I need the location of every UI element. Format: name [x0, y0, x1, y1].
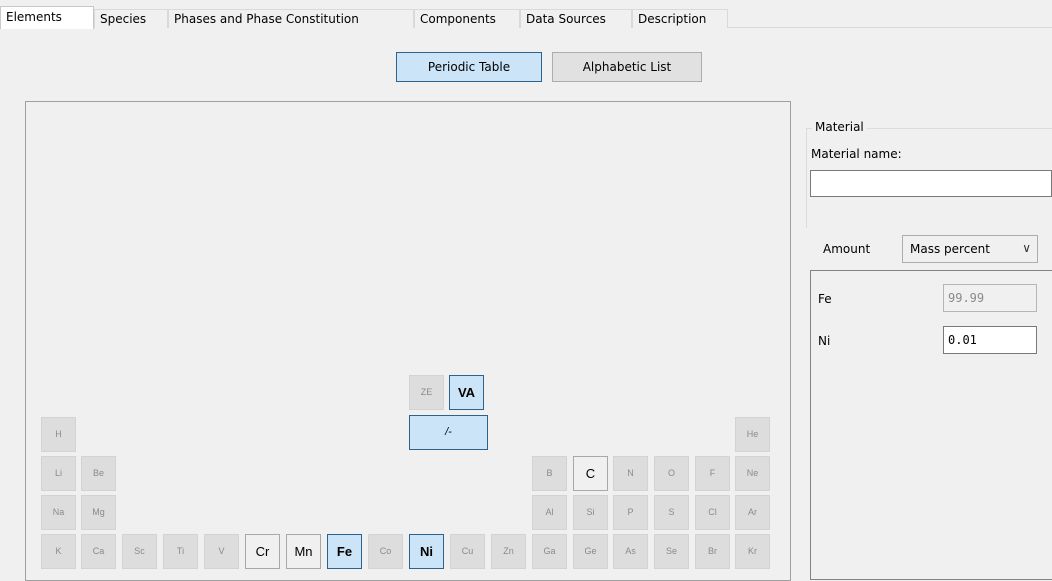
element-V[interactable]: V	[204, 534, 239, 569]
chevron-down-icon: ∨	[1022, 241, 1031, 255]
element-Ni[interactable]: Ni	[409, 534, 444, 569]
element-ZE[interactable]: ZE	[409, 375, 444, 410]
composition-value-field[interactable]: 0.01	[943, 326, 1037, 354]
element-Ge[interactable]: Ge	[573, 534, 608, 569]
element-O[interactable]: O	[654, 456, 689, 491]
composition-element-label: Fe	[818, 292, 832, 306]
element-S[interactable]: S	[654, 495, 689, 530]
amount-unit-value: Mass percent	[910, 242, 990, 256]
tab-bar: Elements Species Phases and Phase Consti…	[0, 0, 1052, 29]
element-Si[interactable]: Si	[573, 495, 608, 530]
element-He[interactable]: He	[735, 417, 770, 452]
alphabetic-list-button[interactable]: Alphabetic List	[552, 52, 702, 82]
composition-value-field: 99.99	[943, 284, 1037, 312]
element-Se[interactable]: Se	[654, 534, 689, 569]
periodic-table-button[interactable]: Periodic Table	[396, 52, 542, 82]
element-Co[interactable]: Co	[368, 534, 403, 569]
element-electron[interactable]: /-	[409, 415, 488, 450]
tab-elements[interactable]: Elements	[0, 6, 94, 29]
material-name-label: Material name:	[811, 147, 902, 161]
element-P[interactable]: P	[613, 495, 648, 530]
element-B[interactable]: B	[532, 456, 567, 491]
tab-phases-and-phase-constitution[interactable]: Phases and Phase Constitution	[168, 9, 414, 28]
element-Ca[interactable]: Ca	[81, 534, 116, 569]
element-Kr[interactable]: Kr	[735, 534, 770, 569]
element-Ti[interactable]: Ti	[163, 534, 198, 569]
tab-components[interactable]: Components	[414, 9, 520, 28]
composition-element-label: Ni	[818, 334, 831, 348]
element-F[interactable]: F	[695, 456, 730, 491]
element-Br[interactable]: Br	[695, 534, 730, 569]
element-As[interactable]: As	[613, 534, 648, 569]
element-Ar[interactable]: Ar	[735, 495, 770, 530]
element-Cl[interactable]: Cl	[695, 495, 730, 530]
material-group-title: Material	[812, 120, 867, 134]
element-Mg[interactable]: Mg	[81, 495, 116, 530]
element-N[interactable]: N	[613, 456, 648, 491]
amount-label: Amount	[823, 242, 871, 256]
element-H[interactable]: H	[41, 417, 76, 452]
element-C[interactable]: C	[573, 456, 608, 491]
element-Li[interactable]: Li	[41, 456, 76, 491]
element-Zn[interactable]: Zn	[491, 534, 526, 569]
element-Mn[interactable]: Mn	[286, 534, 321, 569]
element-VA[interactable]: VA	[449, 375, 484, 410]
tab-data-sources[interactable]: Data Sources	[520, 9, 632, 28]
element-Cu[interactable]: Cu	[450, 534, 485, 569]
composition-panel: Fe 99.99 Ni 0.01	[810, 270, 1052, 580]
element-Cr[interactable]: Cr	[245, 534, 280, 569]
element-Be[interactable]: Be	[81, 456, 116, 491]
material-name-input[interactable]	[810, 170, 1052, 197]
tab-species[interactable]: Species	[94, 9, 168, 28]
amount-unit-select[interactable]: Mass percent ∨	[902, 235, 1038, 263]
element-Fe[interactable]: Fe	[327, 534, 362, 569]
periodic-table-panel: ZE VA /- H He Li Be B C N O F Ne Na Mg A…	[25, 101, 791, 581]
element-Na[interactable]: Na	[41, 495, 76, 530]
element-K[interactable]: K	[41, 534, 76, 569]
element-Ne[interactable]: Ne	[735, 456, 770, 491]
element-Sc[interactable]: Sc	[122, 534, 157, 569]
element-Al[interactable]: Al	[532, 495, 567, 530]
tab-description[interactable]: Description	[632, 9, 728, 28]
element-Ga[interactable]: Ga	[532, 534, 567, 569]
